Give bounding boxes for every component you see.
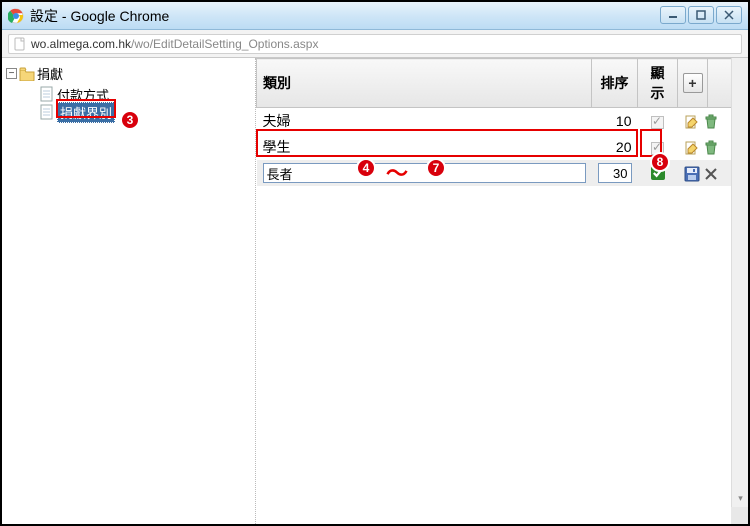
chrome-window: 設定 - Google Chrome wo.almega.com.hk/wo/E…: [0, 0, 750, 526]
category-input[interactable]: [263, 163, 586, 183]
table-row: 學生 20: [257, 134, 748, 160]
edit-icon[interactable]: [684, 140, 700, 156]
tree-children: 付款方式 捐獻界別: [26, 85, 251, 121]
show-checkbox: [651, 142, 664, 155]
tree-item-label: 捐獻界別: [57, 102, 115, 123]
minimize-button[interactable]: [660, 6, 686, 24]
tree-collapse-icon[interactable]: −: [6, 68, 17, 79]
folder-icon: [19, 67, 35, 81]
cancel-icon[interactable]: [703, 166, 719, 182]
sort-input[interactable]: [598, 163, 632, 183]
add-button[interactable]: +: [683, 73, 703, 93]
window-buttons: [660, 6, 742, 24]
cell-category: 學生: [257, 134, 592, 160]
vertical-scrollbar[interactable]: ▾: [731, 58, 748, 524]
page-icon: [13, 37, 27, 51]
window-titlebar: 設定 - Google Chrome: [2, 2, 748, 30]
cell-show: [638, 108, 678, 135]
cell-category-edit: [257, 160, 592, 186]
options-table: 類別 排序 顯示 + 夫婦 10: [256, 58, 748, 186]
cell-show-edit: [638, 160, 678, 186]
cell-sort: 20: [592, 134, 638, 160]
maximize-button[interactable]: [688, 6, 714, 24]
col-category[interactable]: 類別: [257, 59, 592, 108]
edit-icon[interactable]: [684, 114, 700, 130]
address-bar: wo.almega.com.hk/wo/EditDetailSetting_Op…: [2, 30, 748, 58]
save-icon[interactable]: [684, 166, 700, 182]
address-host: wo.almega.com.hk: [31, 37, 131, 51]
delete-icon[interactable]: [703, 114, 719, 130]
tree-item-donation-category[interactable]: 捐獻界別: [26, 103, 251, 121]
document-icon: [40, 104, 54, 120]
close-button[interactable]: [716, 6, 742, 24]
cell-sort-edit: [592, 160, 638, 186]
show-checkbox[interactable]: [651, 166, 665, 180]
scroll-corner: [731, 507, 748, 524]
tree-item-payment[interactable]: 付款方式: [26, 85, 251, 103]
document-icon: [40, 86, 54, 102]
address-input[interactable]: wo.almega.com.hk/wo/EditDetailSetting_Op…: [8, 34, 742, 54]
main-panel: 類別 排序 顯示 + 夫婦 10: [256, 58, 748, 524]
tree-root[interactable]: − 捐獻: [6, 64, 251, 83]
window-title: 設定 - Google Chrome: [30, 6, 169, 26]
table-row: 夫婦 10: [257, 108, 748, 135]
col-show[interactable]: 顯示: [638, 59, 678, 108]
sidebar: − 捐獻: [2, 58, 256, 524]
col-sort[interactable]: 排序: [592, 59, 638, 108]
chrome-icon: [8, 8, 24, 24]
table-row-editing: [257, 160, 748, 186]
cell-show: [638, 134, 678, 160]
col-add: +: [678, 59, 708, 108]
content-area: − 捐獻: [2, 58, 748, 524]
address-path: /wo/EditDetailSetting_Options.aspx: [131, 37, 318, 51]
show-checkbox: [651, 116, 664, 129]
delete-icon[interactable]: [703, 140, 719, 156]
cell-category: 夫婦: [257, 108, 592, 135]
scroll-up-icon[interactable]: ▾: [732, 490, 748, 507]
cell-sort: 10: [592, 108, 638, 135]
tree-root-label: 捐獻: [37, 64, 63, 83]
